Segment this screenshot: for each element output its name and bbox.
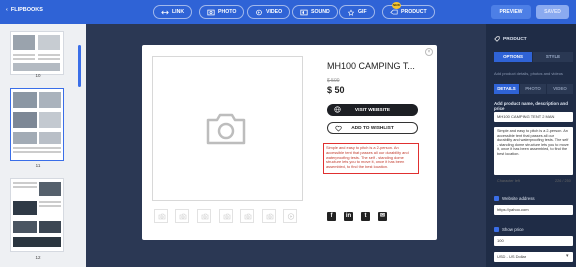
name-label: Add product name, description and price [494,101,568,111]
website-label: Website address [502,196,535,201]
play-icon [287,213,295,220]
new-badge: NEW [392,2,401,9]
gallery-thumb[interactable] [240,209,254,223]
gallery-thumb[interactable] [175,209,189,223]
camera-icon [223,213,231,220]
tab-style[interactable]: STYLE [533,52,573,62]
price-checkbox[interactable] [494,227,499,232]
camera-icon [179,213,187,220]
page-number: 10 [35,73,41,78]
page-preview [13,35,60,71]
product-price: $ 50 [327,85,345,95]
thumbnails-scrollbar[interactable] [78,45,81,87]
preview-button[interactable]: PREVIEW [491,5,531,19]
website-checkbox[interactable] [494,196,499,201]
price-label: Show price [502,227,524,232]
product-name-field[interactable]: MH100 CAMPING TENT 2 MAN [494,112,573,122]
tool-photo[interactable]: PHOTO [199,5,245,19]
gallery-thumb[interactable] [219,209,233,223]
gallery-thumb[interactable] [262,209,276,223]
page-preview [13,92,61,153]
tool-link-label: LINK [172,9,185,15]
back-to-flipbooks-link[interactable]: ‹ FLIPBOOKS [6,7,43,13]
tool-sound-label: SOUND [311,9,330,15]
heart-icon [335,125,342,132]
page-preview [13,182,61,247]
back-label: FLIPBOOKS [10,7,43,13]
page-number: 11 [35,163,41,168]
camera-icon [201,213,209,220]
gallery-thumb[interactable] [154,209,168,223]
tab-options[interactable]: OPTIONS [494,52,532,62]
tag-icon [494,36,500,42]
camera-icon [206,113,246,145]
price-field[interactable]: 100 [494,236,573,246]
twitter-icon[interactable]: t [361,212,370,221]
tag-icon [390,9,398,14]
gif-icon [347,8,355,16]
char-left-label: Character left [497,179,520,183]
camera-icon [158,213,166,220]
description-field[interactable]: Simple and easy to pitch is a 2-person. … [494,127,573,175]
sound-icon [300,9,308,15]
tool-link[interactable]: LINK [153,5,193,19]
chevron-left-icon: ‹ [6,7,8,13]
website-field[interactable]: https://yahoo.com [494,205,573,215]
camera-icon [266,213,274,220]
camera-icon [244,213,252,220]
visit-website-label: VISIT WEBSITE [354,107,391,113]
panel-hint: Add product details, photos and videos [494,71,563,76]
page-thumbnail[interactable] [10,31,64,75]
email-icon[interactable]: ✉ [378,212,387,221]
tool-gif-label: GIF [358,9,367,15]
product-description: Simple and easy to pitch is a 2-person. … [323,143,419,174]
panel-title: PRODUCT [503,37,527,42]
video-icon [256,9,262,15]
tool-gif[interactable]: GIF [339,5,375,19]
char-count: 226 / 250 [555,179,571,183]
gallery-play-thumb[interactable] [283,209,297,223]
subtab-details[interactable]: DETAILS [494,84,519,94]
link-icon [161,10,169,14]
currency-select[interactable]: USD - US Dollar [494,252,573,262]
old-price: $ 500 [327,78,340,84]
close-icon: × [427,49,431,55]
tool-sound[interactable]: SOUND [292,5,338,19]
tool-product-label: PRODUCT [401,9,427,15]
close-popup-button[interactable]: × [425,48,433,56]
visit-website-button[interactable]: VISIT WEBSITE [327,104,418,116]
tool-photo-label: PHOTO [218,9,237,15]
product-title: MH100 CAMPING T... [327,61,415,71]
facebook-icon[interactable]: f [327,212,336,221]
tool-video-label: VIDEO [266,9,283,15]
subtab-video[interactable]: VIDEO [547,84,573,94]
linkedin-icon[interactable]: in [344,212,353,221]
subtab-photo[interactable]: PHOTO [520,84,546,94]
page-thumbnail[interactable] [10,178,64,252]
photo-icon [207,9,215,15]
chevron-down-icon: ▾ [566,253,569,259]
add-to-wishlist-button[interactable]: ADD TO WISHLIST [327,122,418,134]
add-to-wishlist-label: ADD TO WISHLIST [351,125,394,131]
tool-product[interactable]: PRODUCT [382,5,435,19]
globe-icon [334,106,341,113]
gallery-thumb[interactable] [197,209,211,223]
tool-video[interactable]: VIDEO [247,5,291,19]
save-button[interactable]: SAVED [536,5,569,19]
page-number: 12 [35,255,41,260]
page-thumbnail-selected[interactable] [10,88,64,161]
